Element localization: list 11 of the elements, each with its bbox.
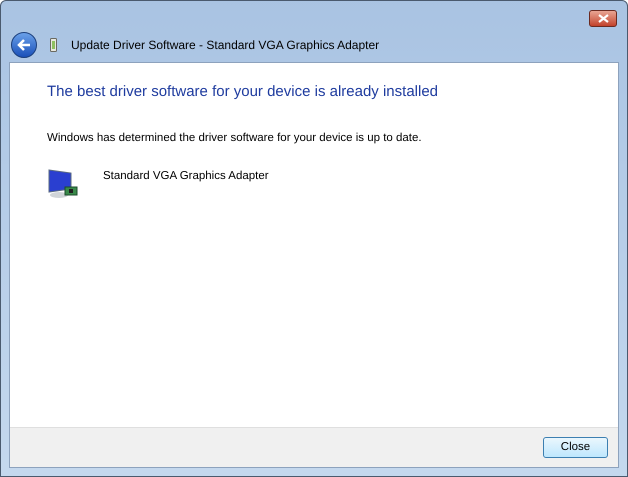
close-button[interactable] bbox=[589, 10, 617, 27]
window-title: Update Driver Software - Standard VGA Graphics Adapter bbox=[71, 37, 380, 54]
close-button[interactable]: Close bbox=[543, 437, 608, 458]
device-icon bbox=[50, 38, 57, 52]
close-icon bbox=[598, 14, 608, 23]
message-text: Windows has determined the driver software for your device is up to date. bbox=[47, 130, 423, 146]
back-button[interactable] bbox=[11, 32, 37, 58]
monitor-icon bbox=[47, 166, 80, 200]
back-arrow-icon bbox=[17, 39, 31, 51]
heading: The best driver software for your device is already installed bbox=[47, 82, 440, 102]
device-name: Standard VGA Graphics Adapter bbox=[103, 168, 269, 184]
